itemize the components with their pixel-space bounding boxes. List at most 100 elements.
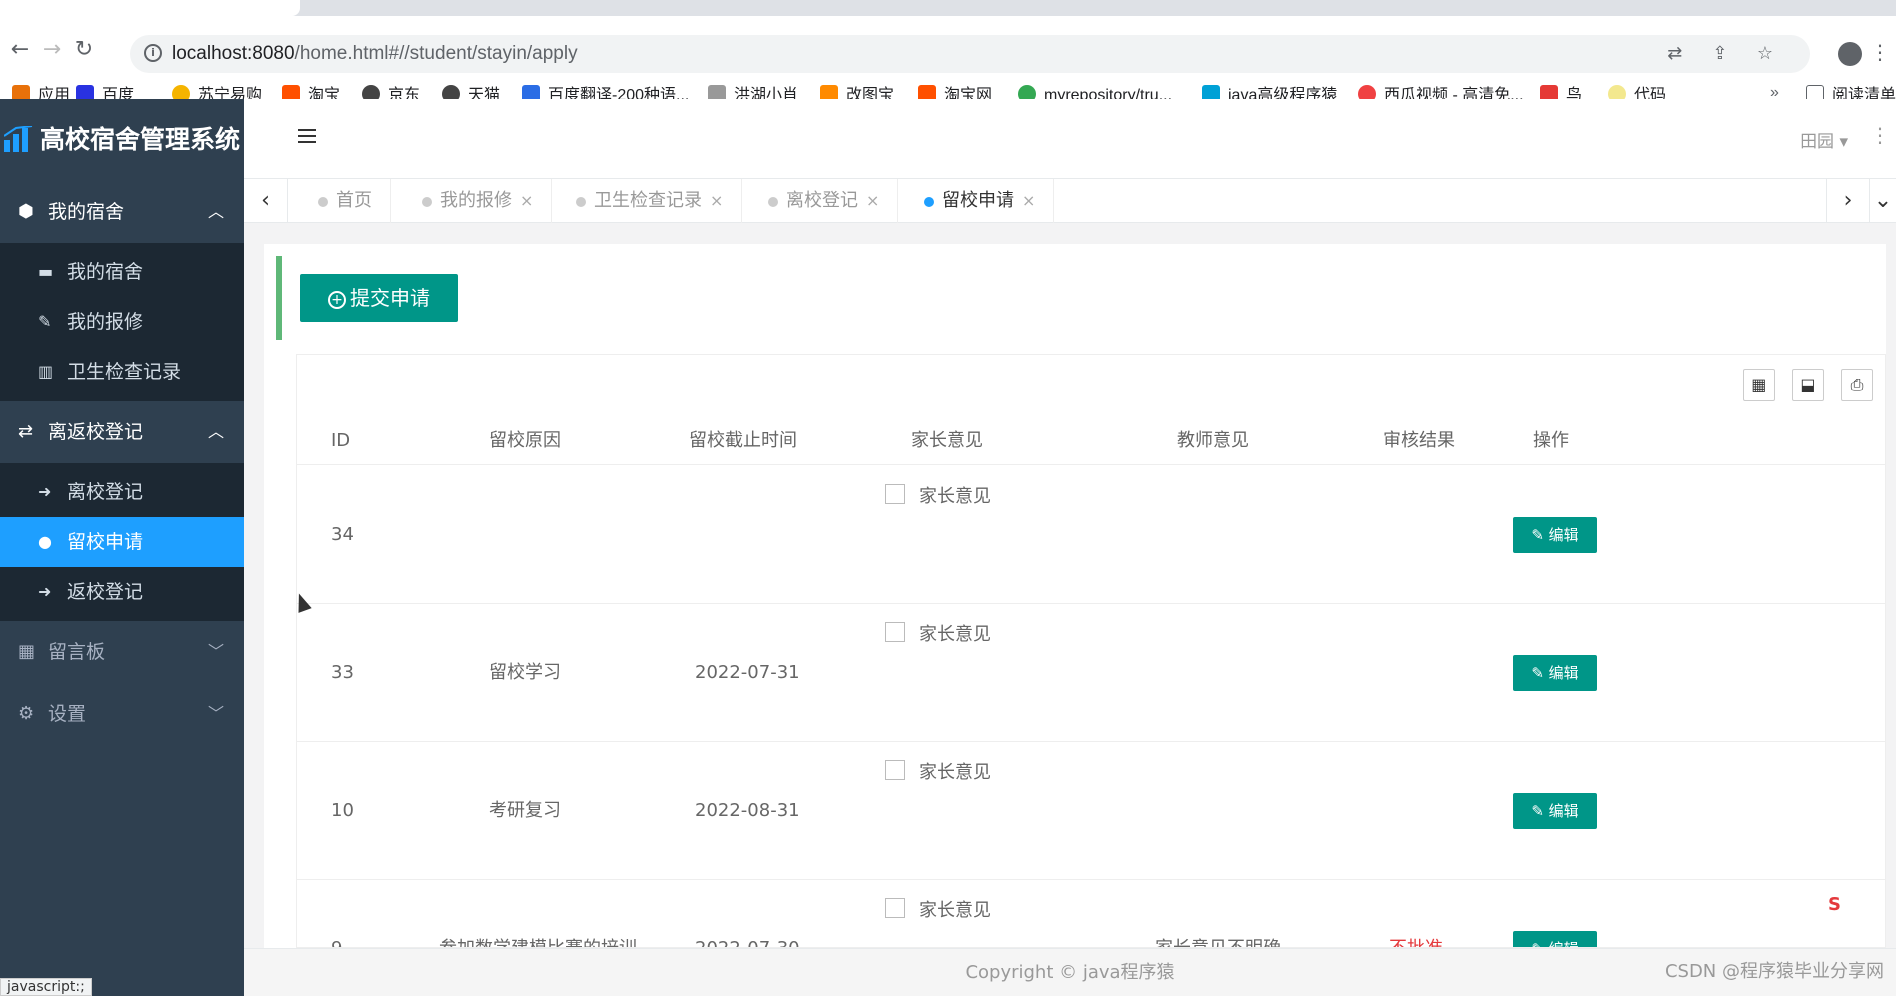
brand: 高校宿舍管理系统 bbox=[0, 99, 244, 181]
column-header: 教师意见 bbox=[1177, 430, 1249, 451]
content-card: + 提交申请 ▦ ⬓ ⎙ ID 留校原因 留校截止时间 家长意见 教师意见 审核结… bbox=[264, 244, 1886, 948]
parent-opinion-image: 家长意见 bbox=[885, 760, 991, 785]
cell-id: 34 bbox=[331, 524, 354, 545]
bar-chart-icon: ▥ bbox=[38, 362, 54, 381]
browser-menu-icon[interactable]: ⋮ bbox=[1870, 40, 1890, 64]
tabs-left-arrow-icon[interactable]: ‹ bbox=[244, 179, 288, 223]
sidebar-item-hygiene[interactable]: ▥ 卫生检查记录 bbox=[0, 347, 244, 397]
cell-id: 10 bbox=[331, 800, 354, 821]
table-row: 9 参加数学建模比赛的培训 2022-07-30 家长意见 家长意见不明确 不批… bbox=[297, 880, 1885, 947]
address-bar[interactable]: i localhost:8080/home.html#//student/sta… bbox=[130, 35, 1810, 73]
status-bar: javascript:; bbox=[0, 978, 92, 996]
close-icon[interactable]: × bbox=[866, 191, 879, 210]
profile-avatar-icon[interactable] bbox=[1838, 42, 1862, 66]
cell-deadline: 2022-08-31 bbox=[695, 800, 800, 821]
chevron-up-icon: ︿ bbox=[207, 202, 224, 221]
star-icon[interactable]: ☆ bbox=[1754, 43, 1776, 65]
sidebar-item-my-dorm[interactable]: ▬ 我的宿舍 bbox=[0, 247, 244, 297]
column-header: 家长意见 bbox=[911, 430, 983, 451]
toolbar-accent bbox=[276, 256, 282, 340]
sidebar-item-leave[interactable]: ➜ 离校登记 bbox=[0, 467, 244, 517]
more-icon[interactable]: ⋮ bbox=[1870, 123, 1890, 147]
parent-opinion-image: 家长意见 bbox=[885, 484, 991, 509]
cell-id: 9 bbox=[331, 880, 342, 947]
column-header: 操作 bbox=[1533, 430, 1569, 451]
topbar: 田园 ▾ ⋮ bbox=[244, 99, 1896, 179]
back-icon[interactable]: ← bbox=[8, 38, 32, 62]
reload-icon[interactable]: ↻ bbox=[72, 38, 96, 62]
cell-reason: 留校学习 bbox=[489, 662, 561, 683]
globe-icon: ● bbox=[38, 532, 52, 551]
sidebar: 高校宿舍管理系统 ⬢ 我的宿舍 ︿ ▬ 我的宿舍 ✎ 我的报修 ▥ 卫生检查记录 ⇄ … bbox=[0, 99, 244, 996]
forward-icon[interactable]: → bbox=[40, 38, 64, 62]
menu-group-settings[interactable]: ⚙ 设置 ﹀ bbox=[0, 683, 244, 745]
submit-apply-button[interactable]: + 提交申请 bbox=[300, 274, 458, 322]
sidebar-item-repairs[interactable]: ✎ 我的报修 bbox=[0, 297, 244, 347]
footer: Copyright © java程序猿 bbox=[244, 948, 1896, 996]
site-info-icon[interactable]: i bbox=[144, 44, 162, 62]
edit-button[interactable]: ✎ 编辑 bbox=[1513, 655, 1597, 691]
submenu-dormitory: ▬ 我的宿舍 ✎ 我的报修 ▥ 卫生检查记录 bbox=[0, 243, 244, 401]
tab-repairs[interactable]: 我的报修 × bbox=[408, 179, 553, 223]
chevron-up-icon: ︿ bbox=[207, 422, 224, 441]
sign-out-icon: ➜ bbox=[38, 482, 52, 501]
tab-hygiene[interactable]: 卫生检查记录 × bbox=[562, 179, 743, 223]
column-header: 审核结果 bbox=[1383, 430, 1455, 451]
browser-active-tab[interactable] bbox=[0, 0, 300, 16]
share-icon[interactable]: ⇪ bbox=[1709, 43, 1731, 65]
tab-stay-apply[interactable]: 留校申请 × bbox=[910, 179, 1055, 223]
cell-teacher: 家长意见不明确 bbox=[1155, 880, 1281, 947]
cell-result: 不批准 bbox=[1389, 880, 1443, 947]
gear-icon: ⚙ bbox=[18, 703, 35, 724]
cell-deadline: 2022-07-30 bbox=[695, 880, 800, 947]
table-row: 34 家长意见 ✎ 编辑 bbox=[297, 466, 1885, 604]
bed-icon: ▬ bbox=[38, 262, 54, 281]
column-header: ID bbox=[331, 430, 351, 451]
menu-group-leave-return[interactable]: ⇄ 离返校登记 ︿ bbox=[0, 401, 244, 463]
sidebar-item-stay-apply[interactable]: ● 留校申请 bbox=[0, 517, 244, 567]
chevron-down-icon: ﹀ bbox=[207, 642, 224, 661]
menu-group-message-board[interactable]: ▦ 留言板 ﹀ bbox=[0, 621, 244, 683]
broken-image-icon bbox=[885, 760, 905, 780]
menu-group-dormitory[interactable]: ⬢ 我的宿舍 ︿ bbox=[0, 181, 244, 243]
user-menu[interactable]: 田园 ▾ bbox=[1800, 127, 1848, 152]
columns-icon[interactable]: ▦ bbox=[1742, 369, 1775, 401]
edit-button[interactable]: ✎ 编辑 bbox=[1513, 793, 1597, 829]
cell-reason: 参加数学建模比赛的培训 bbox=[439, 880, 637, 947]
cell-deadline: 2022-07-31 bbox=[695, 662, 800, 683]
browser-tabstrip bbox=[0, 0, 1896, 16]
cube-icon: ⬢ bbox=[18, 201, 34, 222]
table-tools: ▦ ⬓ ⎙ bbox=[1731, 369, 1873, 401]
table-header: ID 留校原因 留校截止时间 家长意见 教师意见 审核结果 操作 bbox=[297, 417, 1885, 465]
tab-home[interactable]: 首页 bbox=[304, 179, 391, 223]
browser-toolbar: ← → ↻ i localhost:8080/home.html#//stude… bbox=[0, 16, 1896, 114]
sidebar-item-return[interactable]: ➜ 返校登记 bbox=[0, 567, 244, 617]
edit-button[interactable]: ✎ 编辑 bbox=[1513, 517, 1597, 553]
sign-in-icon: ➜ bbox=[38, 582, 52, 601]
edit-button[interactable]: ✎ 编辑 bbox=[1513, 931, 1597, 947]
translate-icon[interactable]: ⇄ bbox=[1664, 43, 1686, 65]
chevron-down-icon: ﹀ bbox=[207, 704, 224, 723]
main-panel: 田园 ▾ ⋮ ‹ 首页 我的报修 × 卫生检查记录 × 离校登记 × 留校申请 × › … bbox=[244, 99, 1896, 996]
ime-icon[interactable]: S bbox=[1828, 894, 1852, 918]
logo-icon bbox=[4, 126, 33, 152]
cell-reason: 考研复习 bbox=[489, 800, 561, 821]
tabs-dropdown-icon[interactable]: ⌄ bbox=[1870, 179, 1896, 223]
close-icon[interactable]: × bbox=[1022, 191, 1035, 210]
data-table: ▦ ⬓ ⎙ ID 留校原因 留校截止时间 家长意见 教师意见 审核结果 操作 3… bbox=[296, 354, 1886, 948]
broken-image-icon bbox=[885, 484, 905, 504]
wrench-icon: ✎ bbox=[38, 312, 52, 331]
plus-circle-icon: + bbox=[328, 291, 346, 309]
export-icon[interactable]: ⬓ bbox=[1791, 369, 1824, 401]
tabs-right-arrow-icon[interactable]: › bbox=[1826, 179, 1870, 223]
close-icon[interactable]: × bbox=[710, 191, 723, 210]
parent-opinion-image: 家长意见 bbox=[885, 622, 991, 647]
menu-toggle-icon[interactable] bbox=[298, 129, 316, 145]
broken-image-icon bbox=[885, 898, 905, 918]
exchange-icon: ⇄ bbox=[18, 421, 34, 442]
page-tabs: ‹ 首页 我的报修 × 卫生检查记录 × 离校登记 × 留校申请 × › ⌄ bbox=[244, 179, 1896, 223]
close-icon[interactable]: × bbox=[520, 191, 533, 210]
tab-leave[interactable]: 离校登记 × bbox=[754, 179, 899, 223]
print-icon[interactable]: ⎙ bbox=[1841, 369, 1873, 401]
cell-id: 33 bbox=[331, 662, 354, 683]
